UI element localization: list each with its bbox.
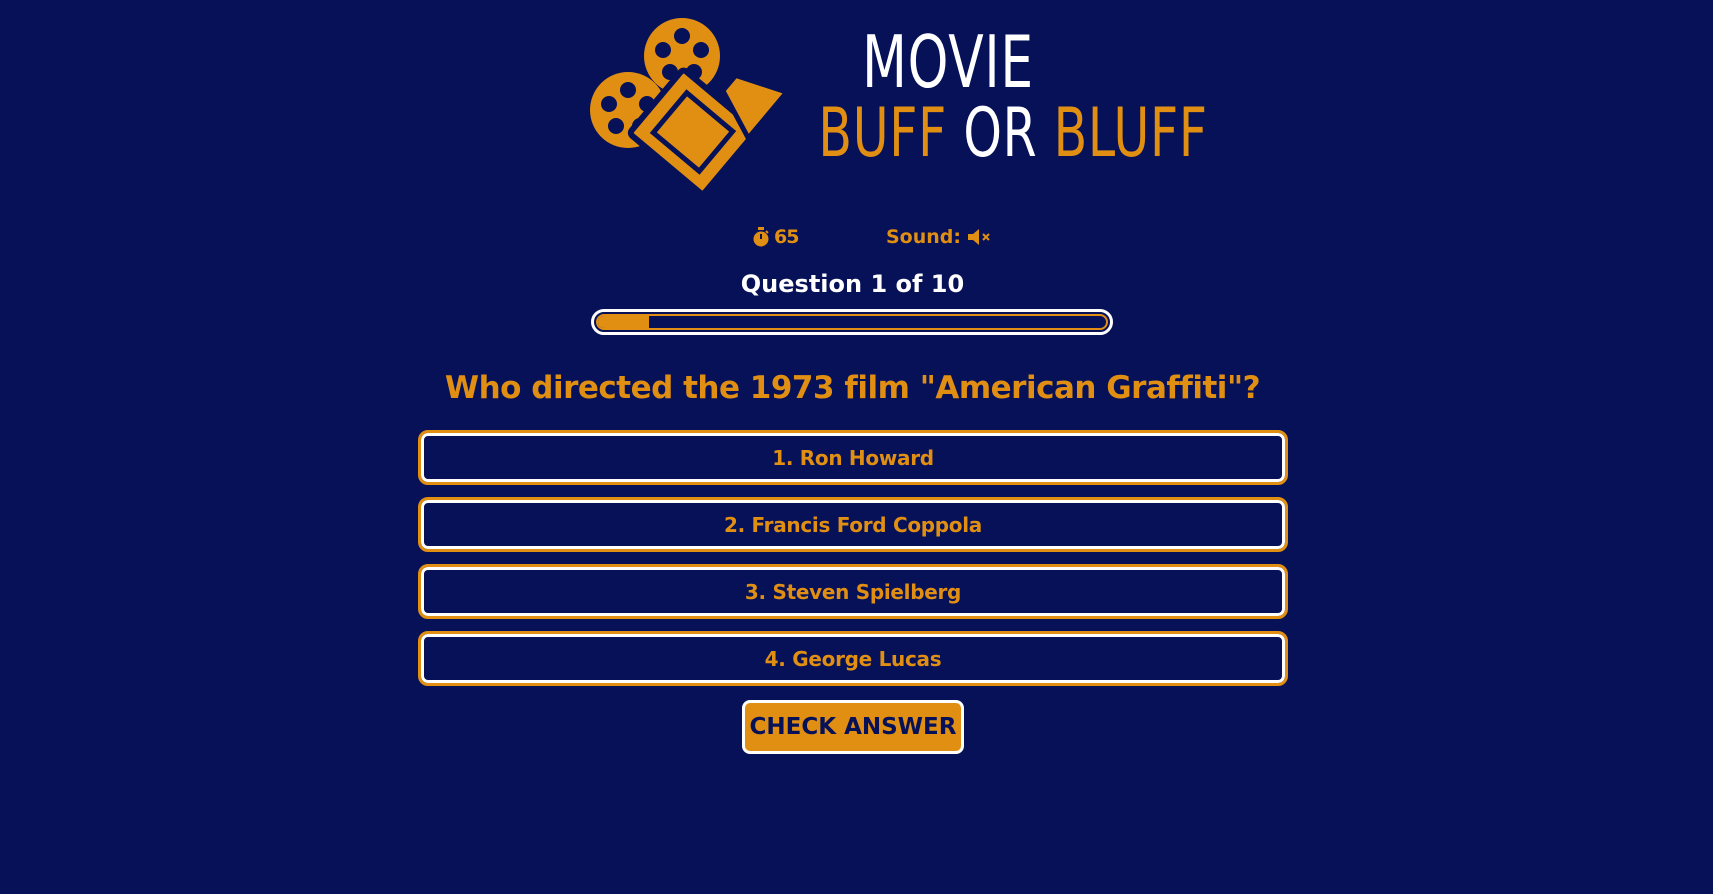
sound-toggle[interactable]: Sound: — [886, 226, 991, 248]
check-answer-button[interactable]: CHECK ANSWER — [742, 700, 964, 754]
logo-word-bluff: BLUFF — [1053, 94, 1208, 173]
speaker-muted-icon[interactable] — [967, 228, 991, 246]
progress-track — [596, 314, 1108, 330]
progress-fill — [598, 316, 649, 328]
stopwatch-icon — [753, 227, 769, 247]
logo-word-buff: BUFF — [818, 94, 948, 173]
logo-title-line1: MOVIE — [862, 20, 1034, 104]
film-camera-icon — [590, 18, 788, 194]
answer-option-1[interactable]: 1. Ron Howard — [418, 430, 1288, 485]
answer-list: 1. Ron Howard 2. Francis Ford Coppola 3.… — [418, 430, 1288, 698]
answer-option-2[interactable]: 2. Francis Ford Coppola — [418, 497, 1288, 552]
progress-bar — [591, 309, 1113, 335]
answer-option-4[interactable]: 4. George Lucas — [418, 631, 1288, 686]
status-bar: 65 Sound: — [0, 226, 1713, 252]
app-logo: MOVIE BUFF OR BLUFF — [588, 14, 1207, 194]
logo-title-line2: BUFF OR BLUFF — [818, 98, 1207, 170]
question-text: Who directed the 1973 film "American Gra… — [444, 370, 1261, 406]
sound-label: Sound: — [886, 226, 961, 248]
question-counter: Question 1 of 10 — [740, 270, 965, 298]
timer-value: 65 — [774, 226, 799, 248]
logo-title: MOVIE BUFF OR BLUFF — [818, 20, 1207, 170]
logo-word-or: OR — [963, 94, 1038, 173]
timer: 65 — [752, 226, 799, 248]
answer-option-3[interactable]: 3. Steven Spielberg — [418, 564, 1288, 619]
